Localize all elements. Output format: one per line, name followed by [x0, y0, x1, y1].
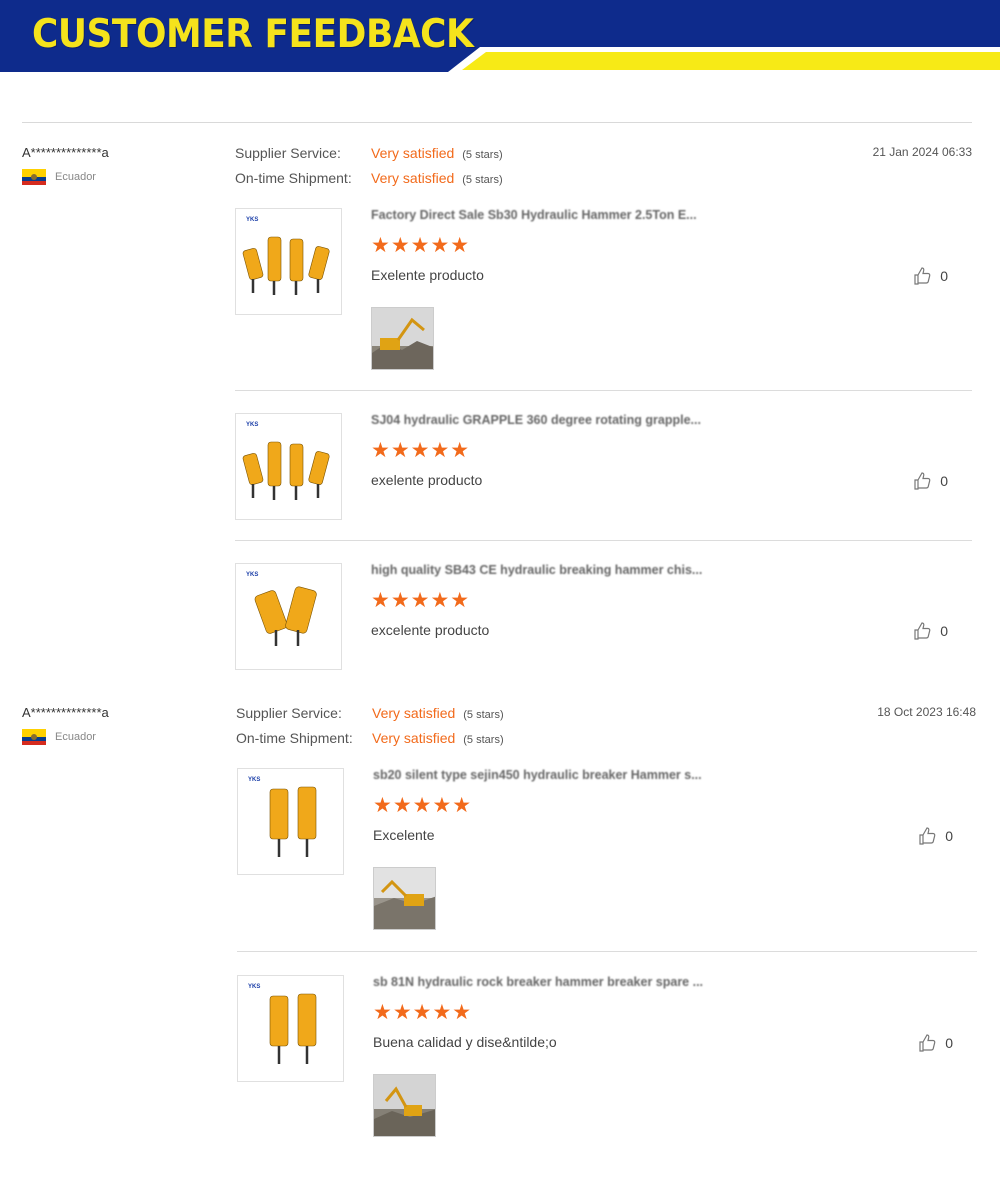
- product-divider: [235, 540, 972, 541]
- product-star-rating: ★★★★★: [371, 234, 471, 257]
- product-thumbnail[interactable]: YKS: [235, 563, 342, 670]
- rating-summary: Supplier Service: Very satisfied (5 star…: [236, 705, 504, 755]
- like-count: 0: [945, 1035, 953, 1051]
- like-button[interactable]: 0: [917, 1033, 953, 1053]
- rating-row-supplier-service: Supplier Service: Very satisfied (5 star…: [236, 705, 504, 730]
- like-count: 0: [940, 623, 948, 639]
- excavator-photo-image: [374, 868, 435, 929]
- thumbs-up-icon: [919, 1034, 936, 1052]
- rating-label: On-time Shipment:: [236, 730, 353, 746]
- rating-value: Very satisfied: [371, 145, 455, 161]
- hydraulic-hammer-image: [269, 993, 317, 1064]
- review-comment: Buena calidad y dise&ntilde;o: [373, 1034, 557, 1050]
- product-title-link[interactable]: high quality SB43 CE hydraulic breaking …: [371, 563, 702, 577]
- product-thumbnail[interactable]: YKS: [235, 208, 342, 315]
- ecuador-flag-icon: [22, 169, 46, 185]
- rating-label: On-time Shipment:: [235, 170, 352, 186]
- rating-summary: Supplier Service: Very satisfied (5 star…: [235, 145, 503, 195]
- review-photo[interactable]: [373, 867, 436, 930]
- review-comment: excelente producto: [371, 622, 490, 638]
- buyer-name: A**************a: [22, 145, 109, 160]
- product-star-rating: ★★★★★: [373, 794, 473, 817]
- product-star-rating: ★★★★★: [371, 439, 471, 462]
- review-comment: Exelente producto: [371, 267, 484, 283]
- product-title-link[interactable]: sb 81N hydraulic rock breaker hammer bre…: [373, 975, 703, 989]
- review-comment: exelente producto: [371, 472, 483, 488]
- buyer-name: A**************a: [22, 705, 109, 720]
- product-title-link[interactable]: sb20 silent type sejin450 hydraulic brea…: [373, 768, 702, 782]
- hydraulic-hammer-image: [242, 236, 330, 295]
- product-thumbnail[interactable]: YKS: [235, 413, 342, 520]
- rating-value: Very satisfied: [372, 705, 456, 721]
- like-count: 0: [945, 828, 953, 844]
- hydraulic-hammer-image: [254, 586, 317, 646]
- rating-label: Supplier Service:: [236, 705, 342, 721]
- excavator-photo-image: [374, 1075, 435, 1136]
- product-title-link[interactable]: Factory Direct Sale Sb30 Hydraulic Hamme…: [371, 208, 697, 222]
- customer-feedback-banner: CUSTOMER FEEDBACK: [0, 0, 1000, 72]
- thumbs-up-icon: [914, 472, 931, 490]
- product-thumbnail[interactable]: YKS: [237, 975, 344, 1082]
- brand-logo: YKS: [248, 777, 261, 783]
- rating-stars: (5 stars): [462, 174, 503, 186]
- hydraulic-hammer-image: [242, 441, 330, 500]
- rating-stars: (5 stars): [463, 734, 504, 746]
- rating-value: Very satisfied: [372, 730, 456, 746]
- buyer-country: Ecuador: [22, 729, 96, 745]
- review-date: 21 Jan 2024 06:33: [872, 145, 972, 159]
- brand-logo: YKS: [246, 217, 259, 223]
- rating-value: Very satisfied: [371, 170, 455, 186]
- review-photo[interactable]: [373, 1074, 436, 1137]
- banner-title: CUSTOMER FEEDBACK: [32, 12, 474, 57]
- product-divider: [235, 390, 972, 391]
- like-button[interactable]: 0: [912, 266, 948, 286]
- buyer-country: Ecuador: [22, 169, 96, 185]
- product-divider: [237, 951, 977, 952]
- hydraulic-hammer-image: [269, 786, 317, 857]
- brand-logo: YKS: [246, 422, 259, 428]
- rating-row-on-time-shipment: On-time Shipment: Very satisfied (5 star…: [235, 170, 503, 195]
- brand-logo: YKS: [246, 572, 259, 578]
- excavator-photo-image: [372, 308, 433, 369]
- rating-stars: (5 stars): [463, 709, 504, 721]
- like-button[interactable]: 0: [917, 826, 953, 846]
- like-count: 0: [940, 268, 948, 284]
- thumbs-up-icon: [914, 267, 931, 285]
- rating-label: Supplier Service:: [235, 145, 341, 161]
- like-count: 0: [940, 473, 948, 489]
- review-photo[interactable]: [371, 307, 434, 370]
- rating-stars: (5 stars): [462, 149, 503, 161]
- brand-logo: YKS: [248, 984, 261, 990]
- rating-row-supplier-service: Supplier Service: Very satisfied (5 star…: [235, 145, 503, 170]
- product-star-rating: ★★★★★: [371, 589, 471, 612]
- rating-row-on-time-shipment: On-time Shipment: Very satisfied (5 star…: [236, 730, 504, 755]
- like-button[interactable]: 0: [912, 621, 948, 641]
- country-name: Ecuador: [55, 731, 96, 743]
- like-button[interactable]: 0: [912, 471, 948, 491]
- ecuador-flag-icon: [22, 729, 46, 745]
- top-divider: [22, 122, 972, 123]
- product-thumbnail[interactable]: YKS: [237, 768, 344, 875]
- product-title-link[interactable]: SJ04 hydraulic GRAPPLE 360 degree rotati…: [371, 413, 701, 427]
- review-comment: Excelente: [373, 827, 435, 843]
- product-star-rating: ★★★★★: [373, 1001, 473, 1024]
- thumbs-up-icon: [919, 827, 936, 845]
- review-date: 18 Oct 2023 16:48: [877, 705, 976, 719]
- country-name: Ecuador: [55, 171, 96, 183]
- thumbs-up-icon: [914, 622, 931, 640]
